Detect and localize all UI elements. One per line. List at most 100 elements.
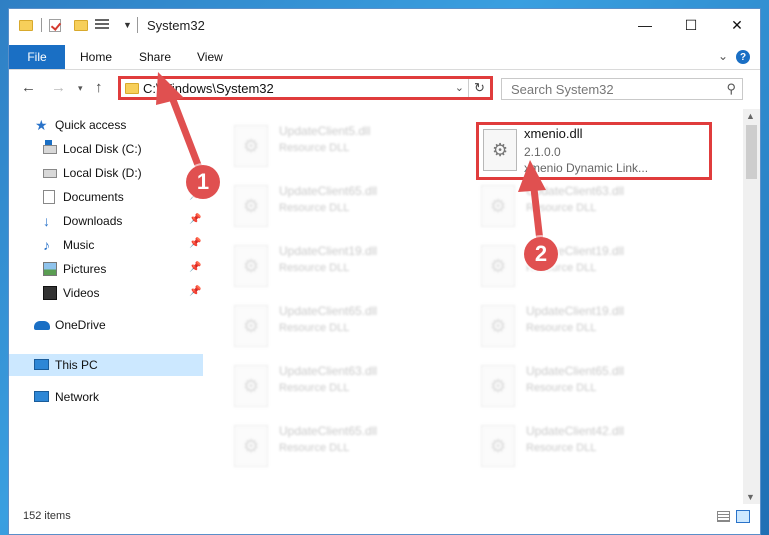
dll-file-icon — [481, 365, 515, 407]
file-name: UpdateClient63.dll — [279, 364, 378, 378]
sidebar-item-local-disk-c[interactable]: Local Disk (C:) — [9, 138, 203, 160]
vertical-scrollbar[interactable]: ▲ ▼ — [743, 109, 760, 504]
recent-locations-icon[interactable]: ▾ — [78, 83, 83, 94]
file-name: UpdateClient63.dll — [526, 184, 625, 198]
sidebar-item-documents[interactable]: Documents 📌 — [9, 186, 203, 208]
dll-file-icon — [234, 305, 268, 347]
tab-file[interactable]: File — [9, 45, 65, 69]
sidebar-item-music[interactable]: ♪ Music 📌 — [9, 234, 203, 256]
window-title: System32 — [147, 18, 205, 33]
file-list: UpdateClient5.dll Resource DLL UpdateCli… — [204, 109, 739, 504]
file-description: xmenio Dynamic Link... — [524, 161, 649, 175]
ribbon-tabs: File Home Share View ⌄ ? — [9, 45, 760, 69]
music-icon: ♪ — [43, 237, 50, 253]
dll-file-icon — [234, 185, 268, 227]
address-path[interactable]: C:\Windows\System32 — [143, 81, 274, 96]
sidebar-item-label: Music — [63, 238, 95, 252]
file-name: UpdateClient19.dll — [279, 244, 378, 258]
file-type: Resource DLL — [279, 442, 350, 454]
sidebar-item-quick-access[interactable]: ★ Quick access — [9, 114, 203, 136]
chevron-down-icon[interactable]: ⌄ — [455, 81, 464, 94]
sidebar-item-local-disk-d[interactable]: Local Disk (D:) — [9, 162, 203, 184]
large-icons-view-icon[interactable] — [736, 510, 750, 523]
dll-file-icon — [481, 305, 515, 347]
file-tile[interactable]: UpdateClient19.dll Resource DLL — [481, 302, 711, 360]
xmenio-dll-file-tile[interactable]: xmenio.dll 2.1.0.0 xmenio Dynamic Link..… — [476, 122, 712, 180]
pin-icon[interactable]: 📌 — [189, 262, 201, 273]
sidebar-item-downloads[interactable]: ↓ Downloads 📌 — [9, 210, 203, 232]
quick-access-icon: ★ — [35, 117, 48, 133]
sidebar-item-label: Local Disk (C:) — [63, 142, 142, 156]
forward-arrow-icon[interactable]: → — [51, 79, 66, 96]
file-tile[interactable]: UpdateClient5.dll Resource DLL — [234, 122, 464, 180]
maximize-button[interactable]: ☐ — [668, 9, 714, 41]
file-tile[interactable]: UpdateClient19.dll Resource DLL — [234, 242, 464, 300]
sidebar-item-onedrive[interactable]: OneDrive — [9, 314, 203, 336]
file-tile[interactable]: UpdateClient65.dll Resource DLL — [481, 362, 711, 420]
sidebar-item-videos[interactable]: Videos 📌 — [9, 282, 203, 304]
step-1-callout: 1 — [186, 165, 220, 199]
onedrive-icon — [34, 321, 50, 330]
divider — [137, 17, 138, 33]
sidebar-item-network[interactable]: Network — [9, 386, 203, 408]
help-icon[interactable]: ? — [736, 50, 750, 64]
file-tile[interactable]: UpdateClient65.dll Resource DLL — [234, 422, 464, 480]
tab-share[interactable]: Share — [139, 45, 171, 69]
file-name: xmenio.dll — [524, 126, 583, 141]
file-tile[interactable]: UpdateClient19.dll Resource DLL — [481, 242, 711, 300]
back-arrow-icon[interactable]: ← — [21, 79, 36, 96]
tab-home[interactable]: Home — [80, 45, 112, 69]
file-tile[interactable]: UpdateClient42.dll Resource DLL — [481, 422, 711, 480]
navigation-pane: ★ Quick access Local Disk (C:) Local Dis… — [9, 109, 203, 504]
tab-view[interactable]: View — [197, 45, 223, 69]
dll-file-icon — [481, 185, 515, 227]
search-icon[interactable]: ⚲ — [726, 81, 736, 97]
scroll-down-icon[interactable]: ▼ — [746, 492, 755, 502]
folder-icon — [125, 83, 139, 97]
quick-access-toolbar-icon[interactable] — [95, 9, 109, 41]
pin-icon[interactable]: 📌 — [189, 286, 201, 297]
expand-ribbon-icon[interactable]: ⌄ — [718, 49, 728, 63]
chevron-down-icon[interactable]: ▼ — [123, 9, 132, 41]
dll-file-icon — [234, 125, 268, 167]
search-input[interactable]: Search System32 ⚲ — [501, 78, 743, 100]
sidebar-item-label: OneDrive — [55, 318, 106, 332]
status-bar: 152 items — [9, 506, 760, 528]
file-tile[interactable]: UpdateClient63.dll Resource DLL — [234, 362, 464, 420]
file-tile[interactable]: UpdateClient65.dll Resource DLL — [234, 302, 464, 360]
file-name: UpdateClient5.dll — [279, 124, 371, 138]
item-count: 152 items — [23, 510, 71, 522]
details-view-icon[interactable] — [717, 511, 730, 522]
sidebar-item-this-pc[interactable]: This PC — [9, 354, 203, 376]
sidebar-item-label: Downloads — [63, 214, 123, 228]
file-tile[interactable]: UpdateClient63.dll Resource DLL — [481, 182, 711, 240]
sidebar-item-label: Quick access — [55, 118, 127, 132]
minimize-button[interactable]: — — [622, 9, 668, 41]
pin-icon[interactable]: 📌 — [189, 238, 201, 249]
dll-file-icon — [234, 425, 268, 467]
divider — [41, 18, 42, 32]
divider — [9, 69, 760, 70]
scroll-thumb[interactable] — [746, 125, 757, 179]
file-name: UpdateClient65.dll — [526, 364, 625, 378]
dll-file-icon — [481, 425, 515, 467]
folder-icon — [19, 9, 33, 41]
file-type: Resource DLL — [526, 442, 597, 454]
scroll-up-icon[interactable]: ▲ — [746, 111, 755, 121]
sidebar-item-label: Videos — [63, 286, 100, 300]
close-button[interactable]: ✕ — [714, 9, 760, 41]
up-arrow-icon[interactable]: ↑ — [95, 79, 103, 96]
new-folder-icon[interactable] — [74, 9, 88, 41]
sidebar-item-label: Local Disk (D:) — [63, 166, 142, 180]
file-name: UpdateClient19.dll — [526, 304, 625, 318]
properties-check-icon[interactable] — [49, 9, 61, 41]
file-type: Resource DLL — [279, 202, 350, 214]
address-bar[interactable]: C:\Windows\System32 ⌄ ↻ — [118, 76, 493, 100]
refresh-icon[interactable]: ↻ — [468, 79, 490, 97]
file-type: Resource DLL — [526, 382, 597, 394]
sidebar-item-label: Documents — [63, 190, 124, 204]
sidebar-item-pictures[interactable]: Pictures 📌 — [9, 258, 203, 280]
pin-icon[interactable]: 📌 — [189, 214, 201, 225]
file-type: Resource DLL — [526, 202, 597, 214]
file-tile[interactable]: UpdateClient65.dll Resource DLL — [234, 182, 464, 240]
